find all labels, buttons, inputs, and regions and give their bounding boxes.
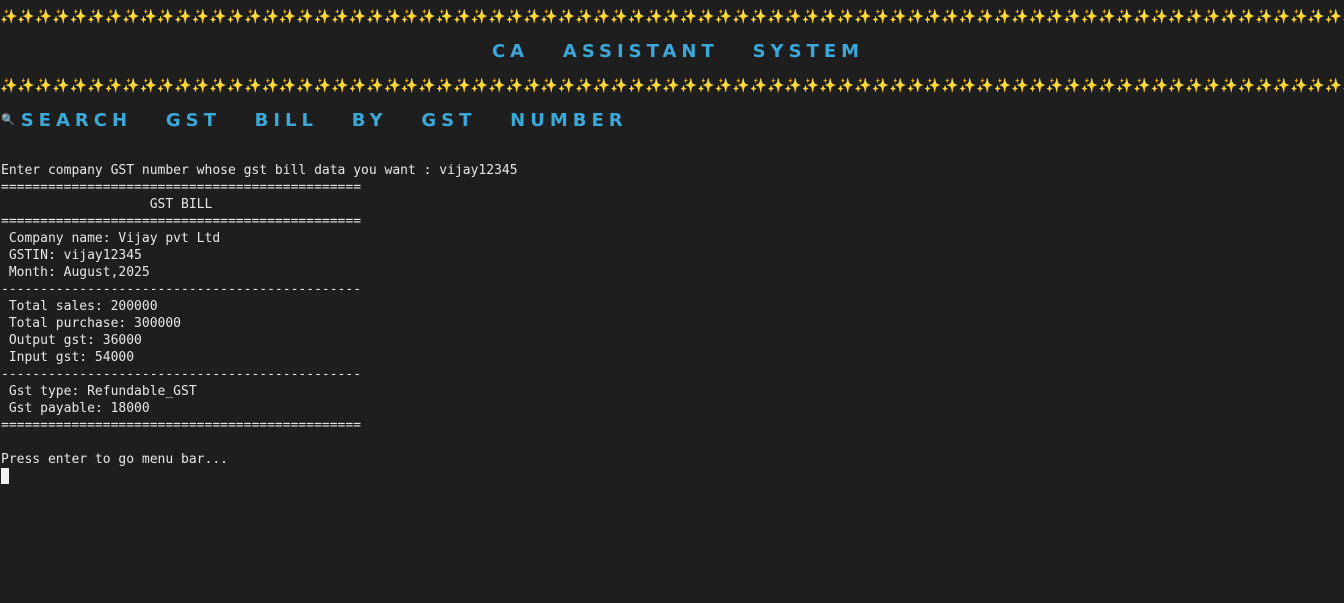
section-heading-text: SEARCH GST BILL BY GST NUMBER [20, 110, 628, 131]
divider-double: ========================================… [1, 180, 362, 195]
section-heading: 🔍 SEARCH GST BILL BY GST NUMBER [1, 108, 628, 133]
terminal-window[interactable]: ✨✨✨✨✨✨✨✨✨✨✨✨✨✨✨✨✨✨✨✨✨✨✨✨✨✨✨✨✨✨✨✨✨✨✨✨✨✨✨✨… [0, 0, 1344, 603]
continue-message: Press enter to go menu bar... [1, 452, 228, 467]
sparkle-border-bottom: ✨✨✨✨✨✨✨✨✨✨✨✨✨✨✨✨✨✨✨✨✨✨✨✨✨✨✨✨✨✨✨✨✨✨✨✨✨✨✨✨… [0, 78, 1344, 94]
input-gst-line: Input gst: 54000 [1, 350, 135, 365]
month-line: Month: August,2025 [1, 265, 150, 280]
divider-double: ========================================… [1, 418, 362, 433]
company-name-line: Company name: Vijay pvt Ltd [1, 231, 221, 246]
prompt-input-value: vijay12345 [439, 163, 518, 178]
divider-double: ========================================… [1, 214, 362, 229]
total-purchase-line: Total purchase: 300000 [1, 316, 182, 331]
bill-title: GST BILL [1, 197, 213, 212]
divider-single: ----------------------------------------… [1, 282, 362, 297]
sparkle-border-top: ✨✨✨✨✨✨✨✨✨✨✨✨✨✨✨✨✨✨✨✨✨✨✨✨✨✨✨✨✨✨✨✨✨✨✨✨✨✨✨✨… [0, 9, 1344, 25]
total-sales-line: Total sales: 200000 [1, 299, 158, 314]
divider-single: ----------------------------------------… [1, 367, 362, 382]
gst-payable-line: Gst payable: 18000 [1, 401, 150, 416]
text-cursor[interactable] [1, 468, 9, 484]
app-title: CA ASSISTANT SYSTEM [491, 41, 865, 62]
gst-type-line: Gst type: Refundable_GST [1, 384, 197, 399]
gstin-line: GSTIN: vijay12345 [1, 248, 142, 263]
gst-number-prompt: Enter company GST number whose gst bill … [1, 162, 518, 179]
search-icon: 🔍 [1, 113, 15, 126]
prompt-label: Enter company GST number whose gst bill … [1, 163, 440, 178]
output-gst-line: Output gst: 36000 [1, 333, 142, 348]
